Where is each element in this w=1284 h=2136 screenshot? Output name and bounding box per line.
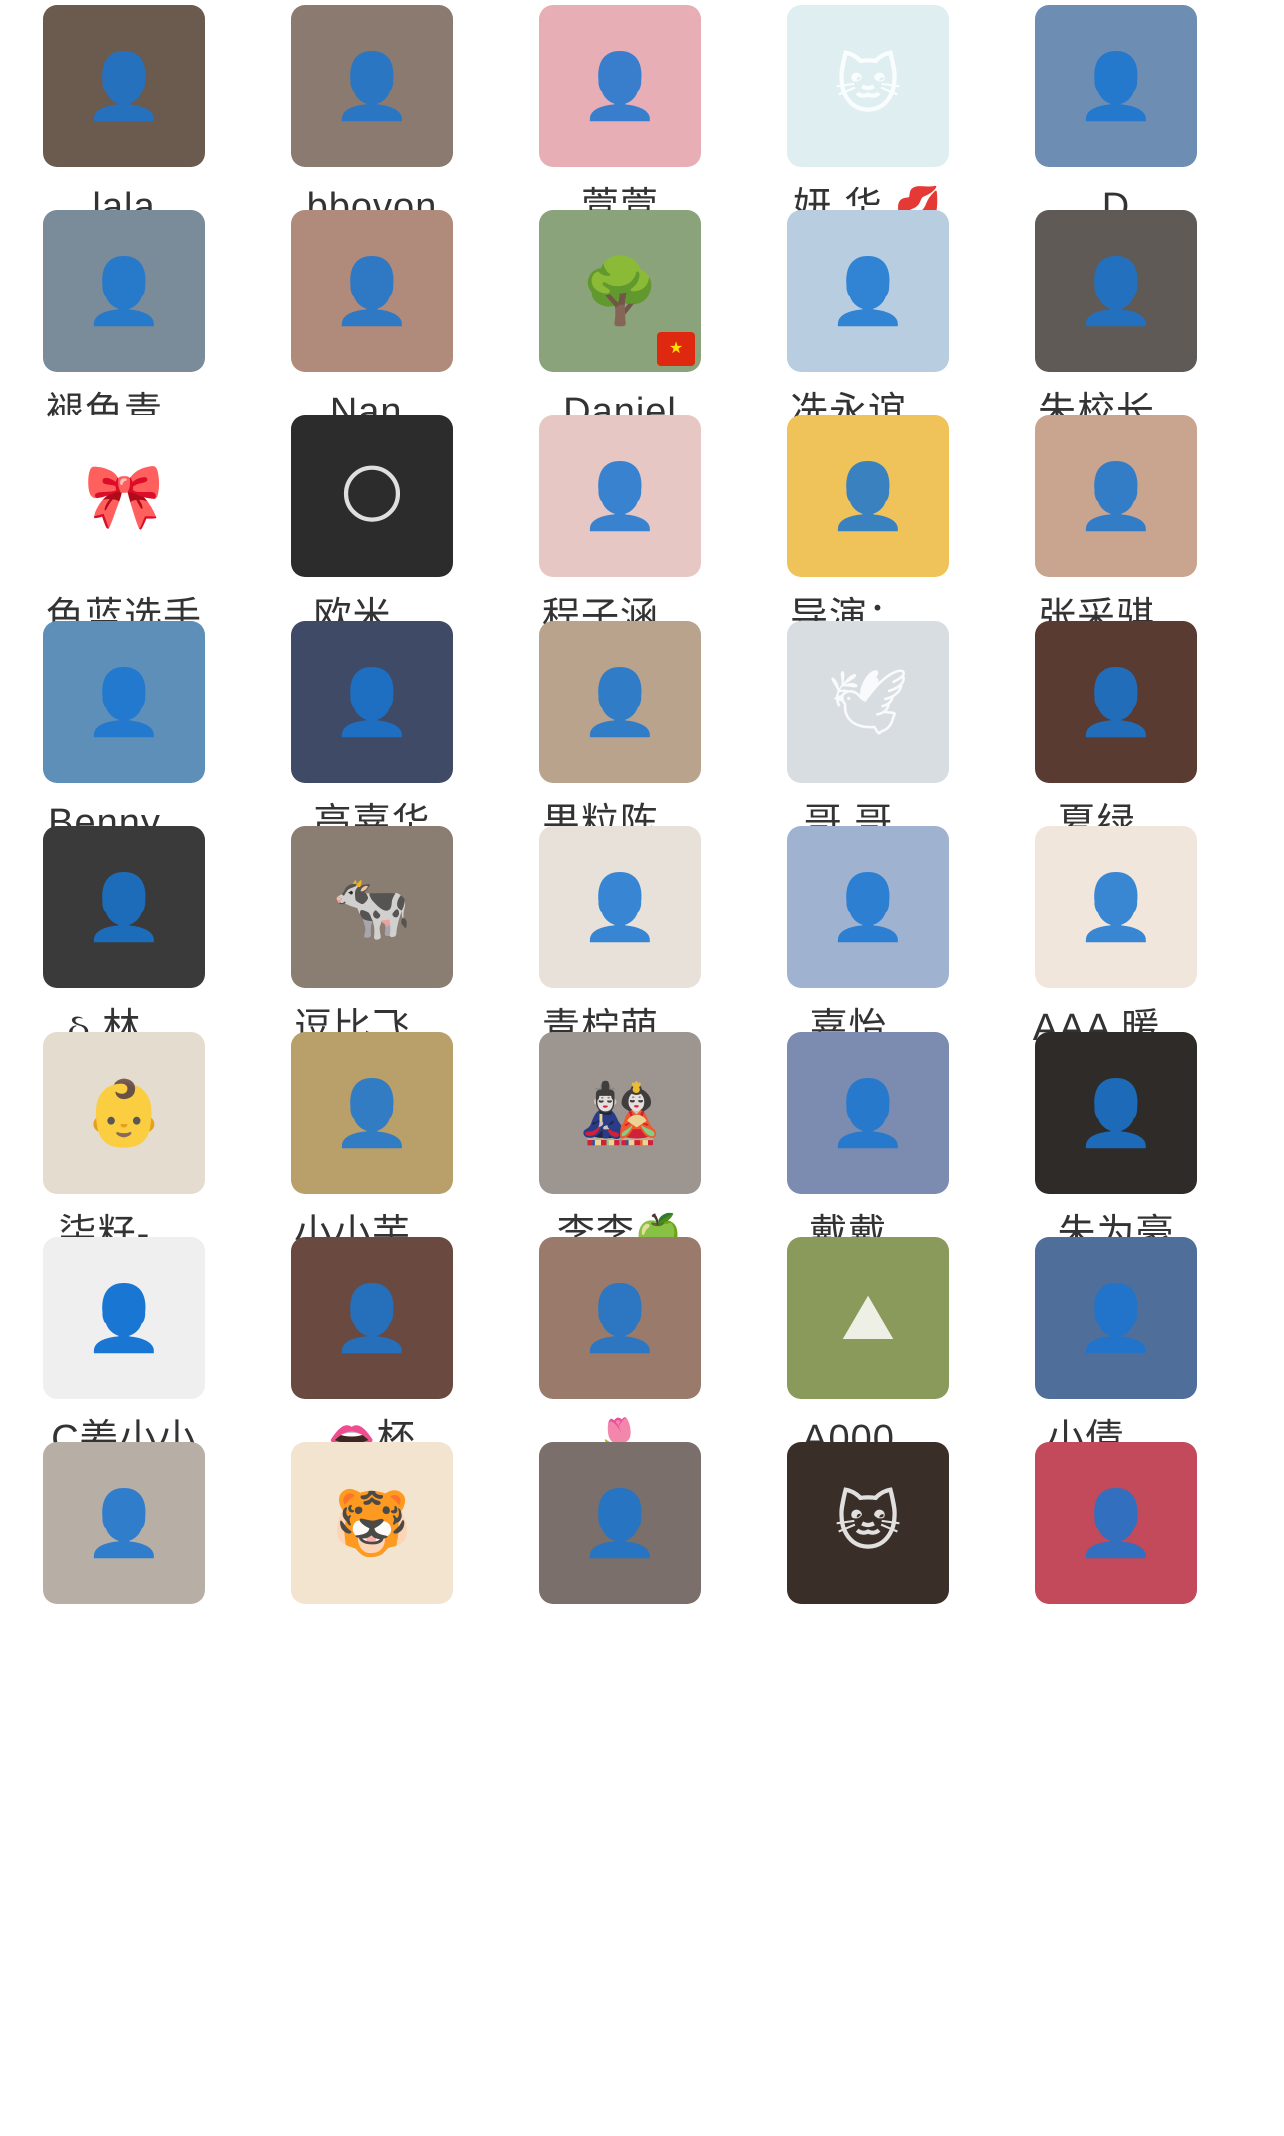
person-photo-icon: 👤 <box>84 665 164 740</box>
member-avatar[interactable]: 🕊 <box>787 621 949 783</box>
member-avatar[interactable]: 👤 <box>1035 210 1197 372</box>
member-avatar[interactable]: 👤 <box>1035 5 1197 167</box>
person-photo-icon: 👤 <box>332 254 412 329</box>
member-avatar[interactable]: 👤 <box>1035 621 1197 783</box>
person-photo-icon: 👤 <box>580 1486 660 1561</box>
member-avatar[interactable]: 👤 <box>539 1442 701 1604</box>
person-photo-icon: 👤 <box>84 1486 164 1561</box>
member-avatar[interactable]: 👤 <box>43 826 205 988</box>
default-user-icon: 👤 <box>84 1281 164 1356</box>
member-avatar[interactable]: 🌳 ★ <box>539 210 701 372</box>
bird-landscape-icon: 🕊 <box>827 665 909 740</box>
person-photo-icon: 👤 <box>580 665 660 740</box>
member-name <box>248 1619 496 1669</box>
member-cell[interactable]: 👤 <box>0 1437 248 1687</box>
member-avatar[interactable]: 👤 <box>291 1237 453 1399</box>
person-photo-icon: 👤 <box>84 49 164 124</box>
member-cell[interactable]: 👤 <box>992 1437 1240 1687</box>
member-avatar[interactable]: 👤 <box>539 5 701 167</box>
person-photo-icon: 👤 <box>332 1281 412 1356</box>
member-avatar[interactable]: 👤 <box>539 826 701 988</box>
baby-photo-icon: 👶 <box>84 1076 164 1151</box>
member-avatar[interactable]: 👤 <box>291 210 453 372</box>
member-avatar[interactable]: 👤 <box>291 5 453 167</box>
person-photo-icon: 👤 <box>84 254 164 329</box>
member-name <box>496 1619 744 1669</box>
hello-kitty-icon: 🎀 <box>84 459 164 534</box>
doll-photo-icon: 🎎 <box>580 1076 660 1151</box>
moon-landing-icon: 🌕 <box>338 459 406 533</box>
member-avatar[interactable]: 👤 <box>1035 415 1197 577</box>
cat-cartoon-icon: 🐯 <box>332 1486 412 1561</box>
person-photo-icon: 👤 <box>1076 1076 1156 1151</box>
cat-photo-icon: 🐱 <box>834 1486 902 1560</box>
calf-photo-icon: 🐄 <box>332 870 412 945</box>
person-photo-icon: 👤 <box>1076 254 1156 329</box>
person-photo-icon: 👤 <box>828 1076 908 1151</box>
member-avatar[interactable]: 👤 <box>43 1442 205 1604</box>
member-avatar[interactable]: 👤 <box>787 210 949 372</box>
member-avatar[interactable]: 👤 <box>787 415 949 577</box>
member-avatar[interactable]: 👤 <box>1035 826 1197 988</box>
member-name <box>0 1619 248 1669</box>
doraemon-icon: 🐱 <box>834 49 902 123</box>
person-photo-icon: 👤 <box>580 459 660 534</box>
member-avatar[interactable]: 👤 <box>291 1032 453 1194</box>
member-avatar[interactable]: 👤 <box>539 621 701 783</box>
member-avatar[interactable]: 👤 <box>787 1032 949 1194</box>
member-avatar[interactable]: 🐱 <box>787 1442 949 1604</box>
person-photo-icon: 👤 <box>1076 1486 1156 1561</box>
person-photo-icon: 👤 <box>580 49 660 124</box>
great-wall-icon: ⛰ <box>841 1281 895 1355</box>
member-avatar[interactable]: 👤 <box>539 1237 701 1399</box>
member-avatar[interactable]: 🐱 <box>787 5 949 167</box>
member-avatar[interactable]: ⛰ <box>787 1237 949 1399</box>
member-avatar[interactable]: 👤 <box>43 621 205 783</box>
person-photo-icon: 👤 <box>1076 870 1156 945</box>
person-photo-icon: 👤 <box>828 254 908 329</box>
person-photo-icon: 👤 <box>580 870 660 945</box>
person-photo-icon: 👤 <box>332 1076 412 1151</box>
person-photo-icon: 👤 <box>332 665 412 740</box>
member-avatar[interactable]: 🐄 <box>291 826 453 988</box>
person-photo-icon: 👤 <box>1076 459 1156 534</box>
member-avatar[interactable]: 👤 <box>1035 1237 1197 1399</box>
member-avatar[interactable]: 👤 <box>291 621 453 783</box>
member-avatar[interactable]: 👶 <box>43 1032 205 1194</box>
member-cell[interactable]: 🐱 <box>744 1437 992 1687</box>
person-photo-icon: 👤 <box>828 870 908 945</box>
person-photo-icon: 👤 <box>828 459 908 534</box>
member-avatar[interactable]: 👤 <box>787 826 949 988</box>
person-photo-icon: 👤 <box>332 49 412 124</box>
person-photo-icon: 👤 <box>1076 1281 1156 1356</box>
member-avatar[interactable]: 🌕 <box>291 415 453 577</box>
member-name <box>744 1619 992 1669</box>
member-avatar[interactable]: 🎎 <box>539 1032 701 1194</box>
member-avatar[interactable]: 👤 <box>43 1237 205 1399</box>
member-avatar[interactable]: 👤 <box>1035 1442 1197 1604</box>
member-avatar[interactable]: 👤 <box>43 210 205 372</box>
member-avatar[interactable]: 👤 <box>1035 1032 1197 1194</box>
person-photo-icon: 👤 <box>580 1281 660 1356</box>
member-name <box>992 1619 1240 1669</box>
member-cell[interactable]: 🐯 <box>248 1437 496 1687</box>
group-member-grid: 👤 lala 👤 bbovon 👤 萱萱 🐱 妍 华 💋 👤 D 👤 褪色青… 👤 Nan. 🌳 ★ Danie… <box>0 0 1284 2136</box>
person-photo-icon: 👤 <box>1076 665 1156 740</box>
member-avatar[interactable]: 👤 <box>43 5 205 167</box>
member-avatar[interactable]: 👤 <box>539 415 701 577</box>
member-cell[interactable]: 👤 <box>496 1437 744 1687</box>
china-flag-icon: ★ <box>657 332 695 366</box>
member-avatar[interactable]: 🎀 <box>43 415 205 577</box>
person-photo-icon: 👤 <box>1076 49 1156 124</box>
member-avatar[interactable]: 🐯 <box>291 1442 453 1604</box>
person-photo-icon: 👤 <box>84 870 164 945</box>
